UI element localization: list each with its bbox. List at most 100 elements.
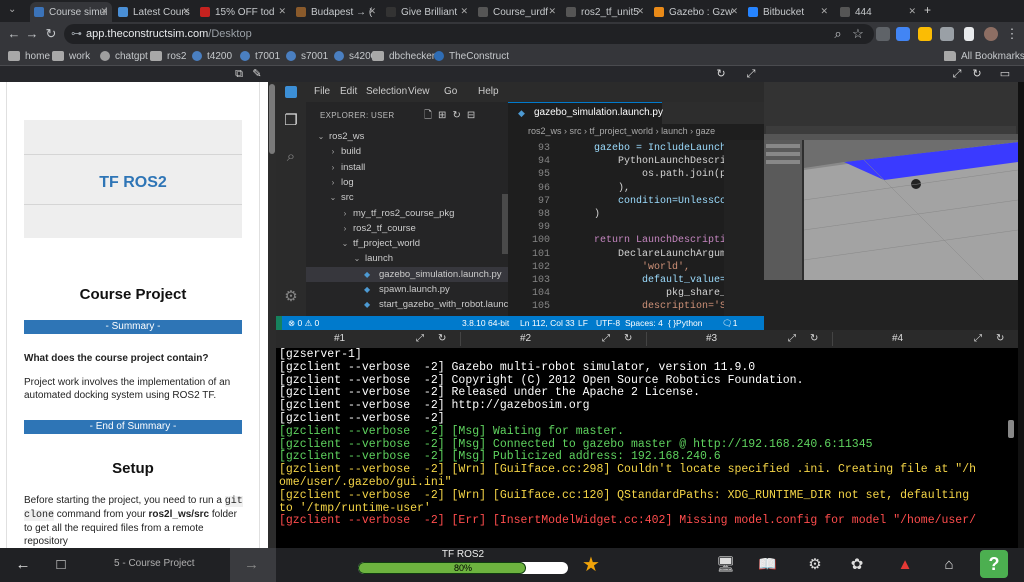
expand-icon[interactable]: ⤢ <box>744 67 758 81</box>
expand-icon[interactable]: ⤢ <box>788 330 796 348</box>
next-unit-button[interactable]: → <box>230 548 276 582</box>
bookmark-item[interactable]: t4200 <box>192 49 232 63</box>
home-icon[interactable]: ⌂ <box>940 556 958 574</box>
tree-item[interactable]: ◆ start_gazebo_with_robot.launc... <box>306 297 516 312</box>
close-icon[interactable]: ✕ <box>100 6 108 17</box>
url-input[interactable]: ⊶ app.theconstructsim.com/Desktop <box>64 24 874 44</box>
profile-avatar[interactable] <box>984 27 998 41</box>
new-file-icon[interactable]: 🗋 <box>424 110 438 121</box>
all-bookmarks[interactable]: All Bookmarks <box>944 49 1024 63</box>
window-icon[interactable]: ▭ <box>998 67 1012 81</box>
chatgpt-icon[interactable]: ✿ <box>848 556 866 574</box>
encoding-indicator[interactable]: UTF-8 <box>596 316 620 330</box>
close-icon[interactable]: ✕ <box>460 6 468 17</box>
close-icon[interactable]: ✕ <box>182 6 190 17</box>
refresh-icon[interactable]: ↻ <box>438 330 446 348</box>
close-icon[interactable]: ✕ <box>278 6 286 17</box>
back-arrow-icon[interactable]: ← <box>14 556 32 574</box>
browser-tab[interactable]: ros2_tf_unit5 ✕ <box>562 2 648 22</box>
refresh-icon[interactable]: ↻ <box>624 330 632 348</box>
menu-item[interactable]: Selection <box>366 86 407 97</box>
menu-item[interactable]: Edit <box>340 86 357 97</box>
reload-icon[interactable]: ↻ <box>43 26 59 42</box>
eol-indicator[interactable]: LF <box>578 316 588 330</box>
terminal-tab[interactable]: #2 <box>520 330 531 348</box>
close-icon[interactable]: ✕ <box>636 6 644 17</box>
browser-tab[interactable]: 444 ✕ <box>836 2 920 22</box>
problems-indicator[interactable]: ⊗ 0 ⚠ 0 <box>288 316 319 330</box>
extensions-puzzle-icon[interactable] <box>940 27 954 41</box>
tree-item[interactable]: ⌄ ros2_ws <box>306 129 508 144</box>
breadcrumb-item[interactable]: launch <box>661 126 688 136</box>
close-icon[interactable]: ✕ <box>548 6 556 17</box>
extension-icon[interactable] <box>876 27 890 41</box>
cursor-position[interactable]: Ln 112, Col 33 <box>520 316 575 330</box>
editor-tab-active[interactable]: ◆ gazebo_simulation.launch.py <box>508 102 663 124</box>
close-icon[interactable]: ✕ <box>908 6 916 17</box>
bookmark-item[interactable]: work <box>52 49 90 63</box>
bookmark-item[interactable]: s7001 <box>286 49 328 63</box>
tree-item[interactable]: › install <box>306 160 508 175</box>
browser-tab[interactable]: Course simul ✕ <box>30 2 112 22</box>
gear-icon[interactable]: ⚙ <box>282 288 300 306</box>
site-info-icon[interactable]: ⊶ <box>71 24 82 44</box>
breadcrumb-item[interactable]: gaze <box>696 126 716 136</box>
tree-item[interactable]: ◆ gazebo_simulation.launch.py <box>306 266 508 282</box>
terminal-tab[interactable]: #4 <box>892 330 903 348</box>
refresh-icon[interactable]: ↻ <box>996 330 1004 348</box>
menu-item[interactable]: View <box>408 86 430 97</box>
terminal-tab[interactable]: #1 <box>334 330 345 348</box>
expand-icon[interactable]: ⤢ <box>602 330 610 348</box>
tree-item[interactable]: › log <box>306 175 508 190</box>
bookmark-star-icon[interactable]: ☆ <box>850 26 866 42</box>
browser-tab[interactable]: Budapest → (✕ <box>292 2 380 22</box>
breadcrumb-item[interactable]: ros2_ws <box>528 126 562 136</box>
warning-icon[interactable]: ▲ <box>896 556 914 574</box>
expand-icon[interactable]: ⤢ <box>974 330 982 348</box>
browser-tab[interactable]: Gazebo : Gzw ✕ <box>650 2 742 22</box>
breadcrumb-item[interactable]: src <box>570 126 582 136</box>
tree-item[interactable]: ⌄ launch <box>306 251 508 266</box>
browser-tab[interactable]: Latest Cours ✕ <box>114 2 194 22</box>
bookmark-item[interactable]: ros2 <box>150 49 186 63</box>
language-mode[interactable]: { } Python <box>668 316 703 330</box>
tree-item[interactable]: › ros2_tf_course <box>306 221 508 236</box>
files-icon[interactable]: ❐ <box>282 112 300 130</box>
scrollbar-thumb[interactable] <box>269 84 275 154</box>
close-icon[interactable]: ✕ <box>368 6 376 17</box>
back-arrow-icon[interactable]: ← <box>6 26 22 42</box>
terminal-tab[interactable]: #3 <box>706 330 717 348</box>
search-icon[interactable]: ⌕ <box>282 148 300 166</box>
side-panel-icon[interactable] <box>964 27 974 41</box>
desktop-icon[interactable]: 🖥 <box>716 556 735 574</box>
forward-arrow-icon[interactable]: → <box>24 26 40 42</box>
bookmark-item[interactable]: t7001 <box>240 49 280 63</box>
menu-item[interactable]: Help <box>478 86 499 97</box>
new-tab-icon[interactable]: + <box>924 3 931 17</box>
refresh-icon[interactable]: ↻ <box>452 110 466 121</box>
breadcrumb-item[interactable]: tf_project_world <box>590 126 654 136</box>
tree-item[interactable]: ⌄ tf_project_world <box>306 236 508 251</box>
stop-square-icon[interactable]: □ <box>52 556 70 574</box>
tab-search-icon[interactable]: ⌄ <box>8 4 16 15</box>
browser-tab[interactable]: 15% OFF tod ✕ <box>196 2 290 22</box>
refresh-icon[interactable]: ↻ <box>714 67 728 81</box>
bookmark-item[interactable]: home <box>8 49 50 63</box>
menu-item[interactable]: File <box>314 86 330 97</box>
browser-tab[interactable]: Give Brilliant ✕ <box>382 2 472 22</box>
tree-item[interactable]: › build <box>306 144 508 159</box>
extension-icon[interactable] <box>918 27 932 41</box>
edit-icon[interactable]: ✎ <box>250 67 264 81</box>
tree-item[interactable]: ◆ spawn.launch.py <box>306 282 508 297</box>
expand-icon[interactable]: ⤢ <box>416 330 424 348</box>
collapse-icon[interactable]: ⊟ <box>467 110 481 121</box>
menu-item[interactable]: Go <box>444 86 457 97</box>
bookmark-item[interactable]: TheConstruct <box>434 49 509 63</box>
zoom-icon[interactable]: ⌕ <box>830 26 846 42</box>
notifications-indicator[interactable]: 🗨 1 <box>722 316 738 330</box>
open-external-icon[interactable]: ⧉ <box>232 67 246 81</box>
refresh-icon[interactable]: ↻ <box>970 67 984 81</box>
minimap[interactable] <box>724 140 764 316</box>
code-editor[interactable]: ◆ gazebo_simulation.launch.py ros2_ws › … <box>508 102 764 316</box>
bookmark-item[interactable]: chatgpt <box>100 49 148 63</box>
